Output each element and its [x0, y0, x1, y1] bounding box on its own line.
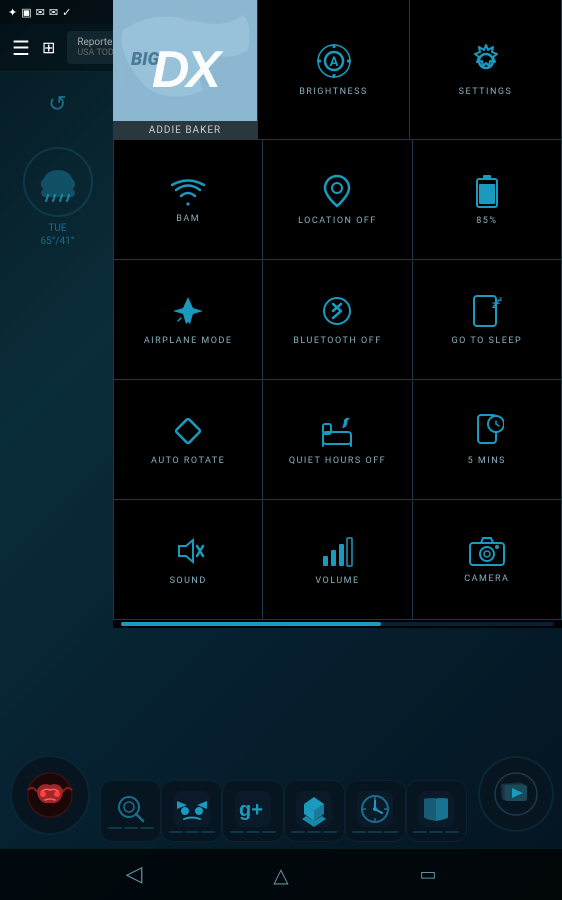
dock-app-book[interactable]	[406, 780, 467, 842]
image-status-icon: ▣	[21, 6, 31, 19]
avatar-image: BIG DX	[113, 0, 257, 140]
tile-volume[interactable]: VOLUME	[263, 500, 412, 620]
dock-bar-gplus	[230, 831, 276, 833]
scroll-bar[interactable]	[121, 622, 554, 626]
sound-label: SOUND	[170, 576, 207, 586]
rotate-icon	[171, 414, 205, 448]
tiles-grid: BAM LOCATION OFF 85%	[113, 140, 562, 620]
top-tiles: A BRIGHTNESS	[258, 0, 562, 139]
location-label: LOCATION OFF	[298, 216, 377, 226]
quick-settings-panel: BIG DX ADDIE BAKER A	[113, 0, 562, 628]
sleep-icon: z z z	[470, 294, 504, 328]
bluetooth-label: BLUETOOTH OFF	[293, 336, 381, 346]
timer-label: 5 MINS	[468, 456, 506, 466]
user-header: BIG DX ADDIE BAKER A	[113, 0, 562, 140]
location-icon	[323, 174, 351, 208]
volume-label: VOLUME	[315, 576, 359, 586]
battery-label: 85%	[476, 216, 497, 226]
brightness-label: BRIGHTNESS	[299, 87, 368, 97]
bluetooth-icon	[323, 294, 351, 328]
tile-battery[interactable]: 85%	[413, 140, 562, 260]
gmail-status-icon: ✉	[36, 6, 45, 19]
scroll-thumb	[121, 622, 381, 626]
grid-icon[interactable]: ⊞	[42, 38, 55, 57]
shield-status-icon: ✓	[62, 6, 71, 19]
volume-icon	[320, 534, 354, 568]
timer-icon	[470, 414, 504, 448]
tile-sound[interactable]: SOUND	[114, 500, 263, 620]
dock-apps-row: g+	[100, 780, 467, 842]
temp-label: 65°/41°	[23, 236, 93, 247]
dock-bar-clock	[352, 831, 398, 833]
dropbox-status-icon: ✦	[8, 6, 17, 19]
email-status-icon: ✉	[49, 6, 58, 19]
status-icons: ✦ ▣ ✉ ✉ ✓	[8, 6, 71, 19]
back-button[interactable]: ◁	[125, 862, 142, 887]
tile-timer[interactable]: 5 MINS	[413, 380, 562, 500]
tile-sleep[interactable]: z z z GO TO SLEEP	[413, 260, 562, 380]
media-circle[interactable]	[10, 755, 90, 835]
recent-button[interactable]: ▭	[420, 864, 437, 885]
user-name: ADDIE BAKER	[113, 121, 257, 140]
avatar-dx-text: DX	[152, 40, 218, 100]
user-avatar: BIG DX ADDIE BAKER	[113, 0, 258, 140]
dock-bar-dropbox	[291, 831, 337, 833]
dock-app-villain[interactable]	[161, 780, 222, 842]
camera-label: CAMERA	[464, 574, 509, 584]
tile-airplane[interactable]: AIRPLANE MODE	[114, 260, 263, 380]
sleep-label: GO TO SLEEP	[451, 336, 522, 346]
dock-app-dropbox[interactable]	[284, 780, 345, 842]
hamburger-icon[interactable]: ☰	[12, 36, 30, 60]
weather-section: TUE 65°/41°	[23, 137, 93, 247]
tile-bluetooth[interactable]: BLUETOOTH OFF	[263, 260, 412, 380]
svg-text:A: A	[329, 55, 338, 70]
tile-brightness[interactable]: A BRIGHTNESS	[258, 0, 410, 140]
quiet-icon	[320, 414, 354, 448]
sound-icon	[171, 534, 205, 568]
dock-bar-villain	[169, 831, 215, 833]
tile-settings[interactable]: SETTINGS	[410, 0, 562, 140]
airplane-label: AIRPLANE MODE	[144, 336, 233, 346]
airplane-icon	[171, 294, 205, 328]
svg-text:g+: g+	[239, 799, 263, 821]
dock-bar-search	[108, 827, 154, 829]
tile-quiet[interactable]: QUIET HOURS OFF	[263, 380, 412, 500]
battery-icon	[476, 174, 498, 208]
dock-bar-book	[413, 831, 459, 833]
wifi-icon	[171, 176, 205, 206]
quiet-label: QUIET HOURS OFF	[289, 456, 386, 466]
nav-bar: ◁ △ ▭	[0, 848, 562, 900]
weather-icon-circle	[23, 147, 93, 217]
tile-camera[interactable]: CAMERA	[413, 500, 562, 620]
bam-label: BAM	[176, 214, 200, 224]
refresh-icon[interactable]: ↺	[48, 92, 66, 117]
settings-label: SETTINGS	[459, 87, 513, 97]
dock-app-gplus[interactable]: g+	[222, 780, 283, 842]
play-circle[interactable]	[478, 756, 554, 832]
dock-app-clock[interactable]	[345, 780, 406, 842]
sidebar: ↺ TUE 65°/41°	[0, 72, 115, 800]
svg-text:z: z	[499, 296, 502, 303]
tile-location[interactable]: LOCATION OFF	[263, 140, 412, 260]
settings-icon	[468, 43, 504, 79]
day-label: TUE	[23, 223, 93, 234]
tile-bam[interactable]: BAM	[114, 140, 263, 260]
rotate-label: AUTO ROTATE	[151, 456, 225, 466]
camera-icon	[469, 536, 505, 566]
brightness-icon: A	[316, 43, 352, 79]
home-button[interactable]: △	[273, 863, 288, 887]
tile-rotate[interactable]: AUTO ROTATE	[114, 380, 263, 500]
dock-app-search[interactable]	[100, 780, 161, 842]
